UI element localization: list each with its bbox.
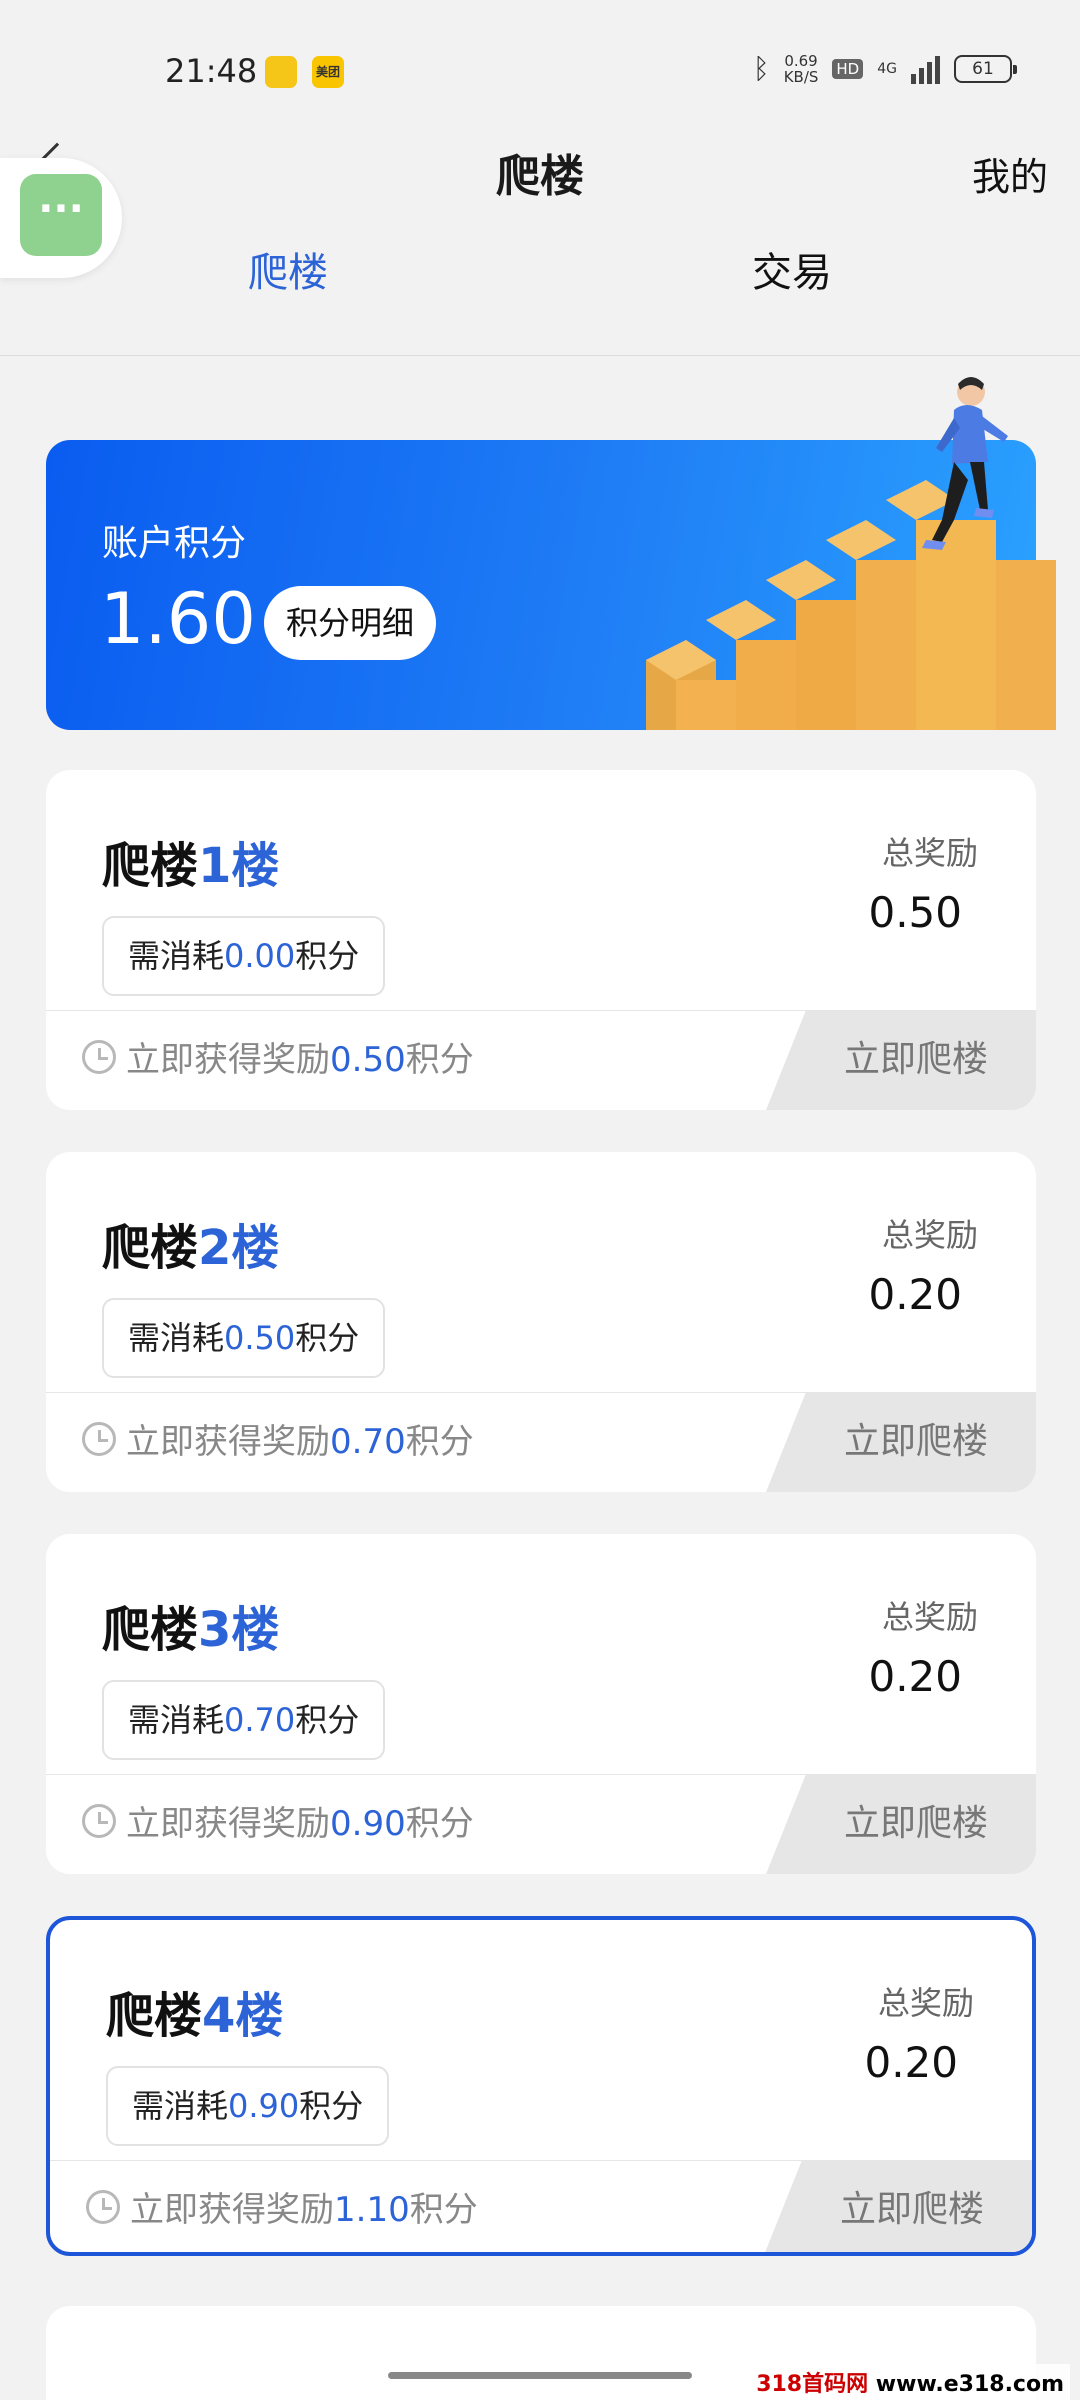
cost-prefix: 需消耗 — [128, 937, 225, 975]
hd-badge: HD — [832, 58, 864, 79]
floor-title-suffix: 楼 — [231, 838, 280, 894]
cost-value: 0.50 — [224, 1319, 296, 1357]
status-right-group: ᛒ 0.69 KB/S HD 4G 61 — [752, 52, 1017, 85]
reward-line: 立即获得奖励1.10积分 — [130, 2182, 478, 2231]
total-reward-value: 0.50 — [868, 888, 962, 937]
reward-value: 1.10 — [334, 2190, 410, 2230]
mine-link[interactable]: 我的 — [972, 146, 1048, 201]
climb-button[interactable]: 立即爬楼 — [766, 1392, 1036, 1492]
network-type: 4G — [877, 60, 897, 77]
tab-bar: 爬楼 交易 — [0, 240, 1080, 320]
cost-prefix: 需消耗 — [128, 1319, 225, 1357]
reward-suffix: 积分 — [405, 1422, 474, 1462]
clock-icon — [82, 1422, 116, 1456]
total-reward-value: 0.20 — [868, 1652, 962, 1701]
floor-title-prefix: 爬楼 — [106, 1988, 203, 2044]
cost-value: 0.90 — [228, 2087, 300, 2125]
total-reward-label: 总奖励 — [881, 1598, 978, 1636]
tab-divider — [0, 355, 1080, 356]
clock-icon — [86, 2190, 120, 2224]
floor-title-suffix: 楼 — [231, 1220, 280, 1276]
reward-value: 0.70 — [330, 1422, 406, 1462]
floor-title-prefix: 爬楼 — [102, 1220, 199, 1276]
cost-value: 0.70 — [224, 1701, 296, 1739]
cost-box: 需消耗0.70积分 — [102, 1680, 386, 1760]
status-time: 21:48 — [165, 52, 258, 90]
reward-suffix: 积分 — [405, 1804, 474, 1844]
notification-app-icon — [265, 56, 297, 88]
cost-prefix: 需消耗 — [128, 1701, 225, 1739]
network-speed-value: 0.69 — [784, 51, 818, 70]
reward-line: 立即获得奖励0.90积分 — [126, 1796, 474, 1845]
climb-button[interactable]: 立即爬楼 — [766, 1010, 1036, 1110]
total-reward-label: 总奖励 — [877, 1984, 974, 2022]
floor-card-4[interactable]: 爬楼4楼 需消耗0.90积分 总奖励 0.20 立即获得奖励1.10积分 立即爬… — [46, 1916, 1036, 2256]
cost-box: 需消耗0.50积分 — [102, 1298, 386, 1378]
signal-icon — [911, 54, 940, 84]
reward-suffix: 积分 — [405, 1040, 474, 1080]
bluetooth-icon: ᛒ — [752, 52, 770, 85]
floor-card-2[interactable]: 爬楼2楼 需消耗0.50积分 总奖励 0.20 立即获得奖励0.70积分 立即爬… — [46, 1152, 1036, 1492]
reward-value: 0.50 — [330, 1040, 406, 1080]
points-value: 1.60 — [100, 578, 256, 660]
clock-icon — [82, 1040, 116, 1074]
floor-number: 4 — [202, 1988, 236, 2044]
reward-line: 立即获得奖励0.70积分 — [126, 1414, 474, 1463]
reward-value: 0.90 — [330, 1804, 406, 1844]
network-speed-unit: KB/S — [783, 67, 819, 86]
floor-title: 爬楼2楼 — [102, 1208, 279, 1278]
cost-suffix: 积分 — [295, 1319, 360, 1357]
floor-title: 爬楼3楼 — [102, 1590, 279, 1660]
reward-prefix: 立即获得奖励 — [126, 1040, 330, 1080]
total-reward-label: 总奖励 — [881, 834, 978, 872]
points-banner: 账户积分 1.60 积分明细 — [46, 377, 1056, 730]
cost-value: 0.00 — [224, 937, 296, 975]
climb-button[interactable]: 立即爬楼 — [766, 1774, 1036, 1874]
floor-title-prefix: 爬楼 — [102, 1602, 199, 1658]
cost-suffix: 积分 — [299, 2087, 364, 2125]
floor-title-suffix: 楼 — [235, 1988, 284, 2044]
watermark: 318首码网 www.e318.com — [750, 2364, 1070, 2400]
page-title: 爬楼 — [496, 151, 584, 202]
floor-number: 2 — [198, 1220, 232, 1276]
reward-prefix: 立即获得奖励 — [130, 2190, 334, 2230]
tab-trade[interactable]: 交易 — [752, 240, 832, 298]
reward-line: 立即获得奖励0.50积分 — [126, 1032, 474, 1081]
total-reward-value: 0.20 — [868, 1270, 962, 1319]
meituan-notification-icon: 美团 — [312, 56, 344, 88]
stairs-illustration — [646, 377, 1056, 730]
points-label: 账户积分 — [102, 523, 247, 564]
floor-title-prefix: 爬楼 — [102, 838, 199, 894]
home-indicator[interactable] — [388, 2372, 692, 2379]
reward-prefix: 立即获得奖励 — [126, 1804, 330, 1844]
floor-number: 1 — [198, 838, 232, 894]
cost-box: 需消耗0.90积分 — [106, 2066, 390, 2146]
floor-title: 爬楼1楼 — [102, 826, 279, 896]
status-bar: 21:48 美团 ᛒ 0.69 KB/S HD 4G 61 — [0, 0, 1080, 140]
cost-suffix: 积分 — [295, 937, 360, 975]
floor-title: 爬楼4楼 — [106, 1976, 283, 2046]
battery-icon: 61 — [954, 54, 1017, 83]
floor-card-3[interactable]: 爬楼3楼 需消耗0.70积分 总奖励 0.20 立即获得奖励0.90积分 立即爬… — [46, 1534, 1036, 1874]
reward-suffix: 积分 — [409, 2190, 478, 2230]
total-reward-label: 总奖励 — [881, 1216, 978, 1254]
watermark-site: 318首码网 — [756, 2372, 869, 2397]
total-reward-value: 0.20 — [864, 2038, 958, 2087]
reward-prefix: 立即获得奖励 — [126, 1422, 330, 1462]
cost-suffix: 积分 — [295, 1701, 360, 1739]
cost-box: 需消耗0.00积分 — [102, 916, 386, 996]
clock-icon — [82, 1804, 116, 1838]
points-detail-button[interactable]: 积分明细 — [264, 586, 436, 660]
network-speed: 0.69 KB/S — [784, 53, 819, 85]
floor-number: 3 — [198, 1602, 232, 1658]
cost-prefix: 需消耗 — [132, 2087, 229, 2125]
floor-card-1[interactable]: 爬楼1楼 需消耗0.00积分 总奖励 0.50 立即获得奖励0.50积分 立即爬… — [46, 770, 1036, 1110]
floor-title-suffix: 楼 — [231, 1602, 280, 1658]
watermark-url: www.e318.com — [875, 2372, 1064, 2397]
climb-button[interactable]: 立即爬楼 — [762, 2160, 1032, 2252]
tab-climb[interactable]: 爬楼 — [248, 240, 328, 298]
